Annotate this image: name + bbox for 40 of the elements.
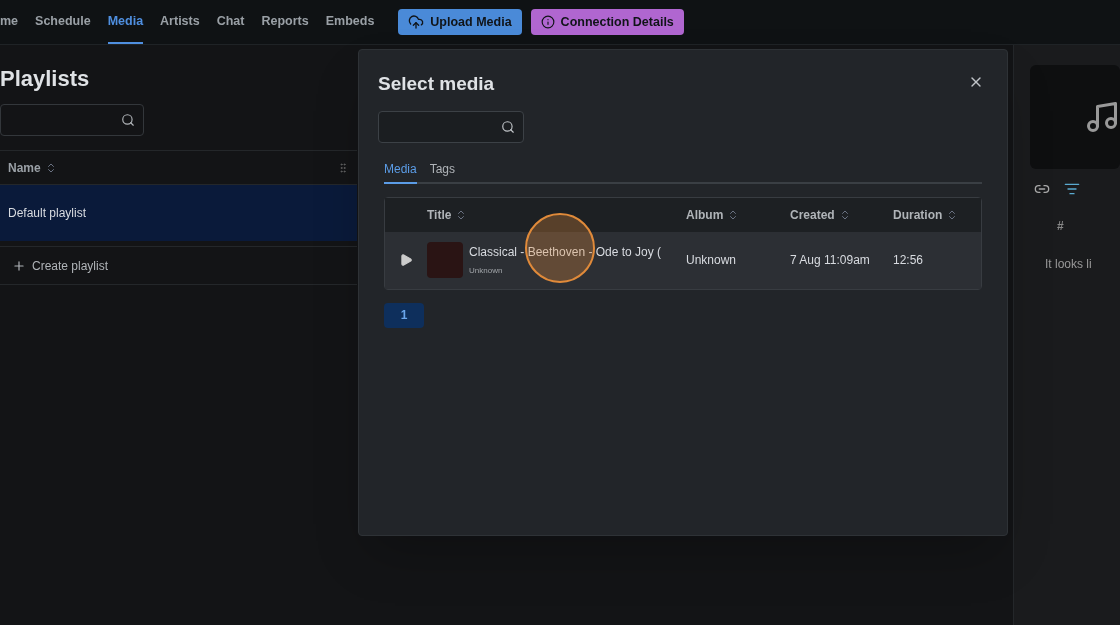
search-icon	[501, 119, 515, 134]
column-header[interactable]: Name	[8, 158, 57, 177]
playlist-row[interactable]: Default playlist	[0, 185, 357, 241]
create-playlist-button[interactable]: Create playlist	[0, 246, 357, 285]
column-header[interactable]: #	[1057, 217, 1120, 235]
page-button[interactable]: 1	[384, 302, 424, 328]
dialog-tab[interactable]: Tags	[429, 159, 456, 184]
media-title: Classical - Beethoven - Ode to Joy (	[469, 244, 662, 261]
search-icon	[121, 113, 135, 127]
music-note-icon	[1084, 99, 1120, 135]
empty-message: It looks li	[1045, 256, 1093, 273]
nav-tab[interactable]: Artists	[160, 0, 200, 44]
dialog-tab[interactable]: Media	[384, 159, 417, 184]
page-title: Playlists	[0, 65, 90, 93]
column-header[interactable]: Title	[427, 205, 686, 224]
search-field[interactable]	[378, 110, 524, 143]
column-header[interactable]: Duration	[893, 205, 973, 224]
nav-tab[interactable]: me	[0, 0, 19, 44]
media-row[interactable]: Classical - Beethoven - Ode to Joy ( Unknown Unknown 7 Aug 11:09am 12:56	[385, 231, 981, 289]
nav-tab[interactable]: Schedule	[35, 0, 91, 44]
upload-icon	[408, 14, 425, 30]
duration-cell-text: 12:56	[893, 252, 925, 269]
dialog-title: Select media	[378, 72, 495, 96]
nav-tab[interactable]: Chat	[216, 0, 245, 44]
plus-icon	[12, 258, 26, 273]
search-field[interactable]	[0, 104, 144, 136]
connection-details-button[interactable]: Connection Details	[530, 9, 684, 35]
column-header[interactable]: Album	[686, 205, 790, 224]
upload-media-button[interactable]: Upload Media	[398, 9, 522, 35]
drag-handle-icon[interactable]	[337, 160, 349, 175]
sort-list-icon[interactable]	[1064, 181, 1080, 197]
album-cell-text: Unknown	[686, 252, 738, 269]
nav-tab[interactable]: Embeds	[325, 0, 375, 44]
album-art-placeholder	[427, 242, 463, 278]
info-icon	[540, 15, 555, 29]
created-cell-text: 7 Aug 11:09am	[790, 252, 871, 269]
column-header[interactable]: Created	[790, 205, 893, 224]
media-artist: Unknown	[469, 265, 504, 277]
nav-tab[interactable]: Reports	[261, 0, 309, 44]
play-icon[interactable]	[399, 253, 413, 267]
